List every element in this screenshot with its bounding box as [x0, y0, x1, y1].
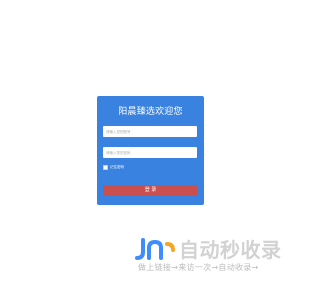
- remember-checkbox[interactable]: [103, 164, 108, 170]
- watermark-brand: 自动秒收录: [179, 238, 282, 262]
- login-title: 阳晨臻选欢迎您: [118, 107, 183, 117]
- remember-row: 记住密码: [103, 164, 124, 170]
- watermark-tagline: 做上链接→来访一次→自动收录→: [138, 263, 259, 272]
- login-card: 阳晨臻选欢迎您 记住密码 登 录: [97, 96, 204, 205]
- page: 阳晨臻选欢迎您 记住密码 登 录 自动秒收录 做上链接→来访一次→自动收录→: [0, 0, 300, 300]
- watermark: 自动秒收录 做上链接→来访一次→自动收录→: [133, 238, 283, 278]
- remember-label: 记住密码: [110, 164, 124, 169]
- username-input[interactable]: [103, 126, 197, 137]
- login-button[interactable]: 登 录: [103, 185, 198, 196]
- watermark-logo-icon: [135, 238, 175, 260]
- password-input[interactable]: [103, 147, 197, 158]
